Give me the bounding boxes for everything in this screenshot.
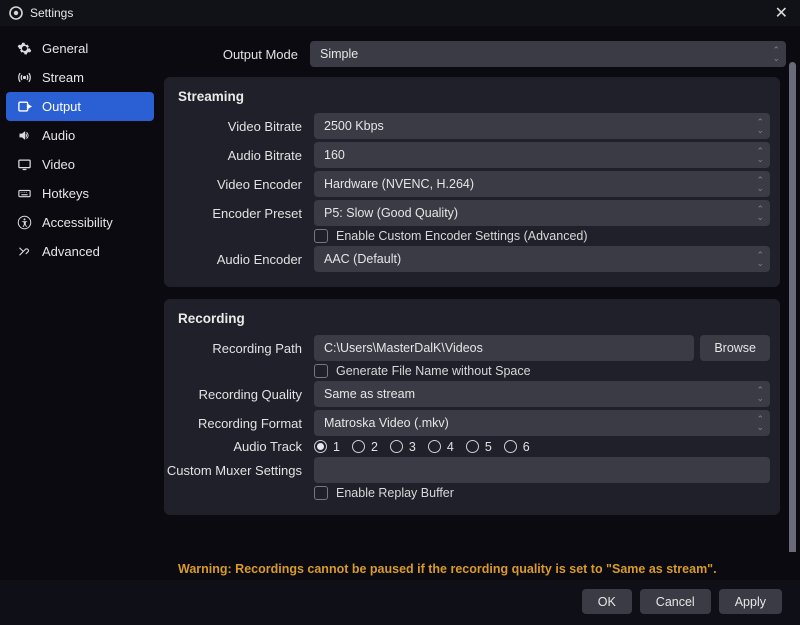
output-icon <box>16 99 32 114</box>
video-encoder-select[interactable]: Hardware (NVENC, H.264) <box>314 171 770 197</box>
video-bitrate-input[interactable]: 2500 Kbps <box>314 113 770 139</box>
ok-button[interactable]: OK <box>582 589 632 614</box>
settings-content: Output Mode Simple Streaming Video Bitra… <box>160 26 800 552</box>
output-mode-select[interactable]: Simple <box>310 41 786 67</box>
encoder-preset-label: Encoder Preset <box>164 206 314 221</box>
audio-bitrate-select[interactable]: 160 <box>314 142 770 168</box>
title-bar: Settings ✕ <box>0 0 800 26</box>
sidebar-item-general[interactable]: General <box>6 34 154 63</box>
apply-button[interactable]: Apply <box>719 589 782 614</box>
video-encoder-label: Video Encoder <box>164 177 314 192</box>
audio-track-option[interactable]: 6 <box>504 440 530 454</box>
generate-filename-nospace-checkbox[interactable] <box>314 364 328 378</box>
streaming-title: Streaming <box>164 87 770 110</box>
output-mode-label: Output Mode <box>160 47 310 62</box>
recording-quality-label: Recording Quality <box>164 387 314 402</box>
scroll-bar[interactable] <box>789 62 796 552</box>
recording-path-label: Recording Path <box>164 341 314 356</box>
enable-replay-buffer-checkbox[interactable] <box>314 486 328 500</box>
audio-track-group: 123456 <box>314 440 770 454</box>
enable-custom-encoder-label: Enable Custom Encoder Settings (Advanced… <box>336 229 588 243</box>
dialog-footer: OK Cancel Apply <box>0 580 800 625</box>
sidebar-item-label: Video <box>42 157 75 172</box>
radio-icon <box>314 440 327 453</box>
radio-icon <box>466 440 479 453</box>
audio-track-option[interactable]: 3 <box>390 440 416 454</box>
sidebar: General Stream Output Audio Video <box>0 26 160 580</box>
recording-quality-select[interactable]: Same as stream <box>314 381 770 407</box>
sidebar-item-advanced[interactable]: Advanced <box>6 237 154 266</box>
speaker-icon <box>16 128 32 143</box>
custom-muxer-input[interactable] <box>314 457 770 483</box>
audio-encoder-select[interactable]: AAC (Default) <box>314 246 770 272</box>
audio-track-option[interactable]: 5 <box>466 440 492 454</box>
enable-replay-buffer-label: Enable Replay Buffer <box>336 486 454 500</box>
sidebar-item-label: Output <box>42 99 81 114</box>
cancel-button[interactable]: Cancel <box>640 589 711 614</box>
audio-bitrate-label: Audio Bitrate <box>164 148 314 163</box>
generate-filename-nospace-label: Generate File Name without Space <box>336 364 531 378</box>
audio-track-label: Audio Track <box>164 439 314 454</box>
sidebar-item-label: Audio <box>42 128 75 143</box>
keyboard-icon <box>16 186 32 201</box>
encoder-preset-select[interactable]: P5: Slow (Good Quality) <box>314 200 770 226</box>
sidebar-item-label: Accessibility <box>42 215 113 230</box>
audio-track-option[interactable]: 1 <box>314 440 340 454</box>
sidebar-item-label: General <box>42 41 88 56</box>
audio-encoder-label: Audio Encoder <box>164 252 314 267</box>
audio-track-option[interactable]: 2 <box>352 440 378 454</box>
radio-icon <box>390 440 403 453</box>
window-title: Settings <box>30 6 73 20</box>
monitor-icon <box>16 157 32 172</box>
sidebar-item-hotkeys[interactable]: Hotkeys <box>6 179 154 208</box>
radio-icon <box>428 440 441 453</box>
warning-text: Warning: Recordings cannot be paused if … <box>160 552 800 580</box>
accessibility-icon <box>16 215 32 230</box>
recording-section: Recording Recording Path Browse Generate… <box>164 299 780 515</box>
custom-muxer-label: Custom Muxer Settings <box>164 463 314 478</box>
video-bitrate-label: Video Bitrate <box>164 119 314 134</box>
sidebar-item-label: Advanced <box>42 244 100 259</box>
sidebar-item-video[interactable]: Video <box>6 150 154 179</box>
close-icon[interactable]: ✕ <box>771 3 792 23</box>
gear-icon <box>16 41 32 56</box>
radio-icon <box>504 440 517 453</box>
sidebar-item-stream[interactable]: Stream <box>6 63 154 92</box>
browse-button[interactable]: Browse <box>700 335 770 361</box>
streaming-section: Streaming Video Bitrate 2500 Kbps Audio … <box>164 77 780 287</box>
sidebar-item-output[interactable]: Output <box>6 92 154 121</box>
enable-custom-encoder-checkbox[interactable] <box>314 229 328 243</box>
radio-icon <box>352 440 365 453</box>
recording-title: Recording <box>164 309 770 332</box>
antenna-icon <box>16 70 32 85</box>
sidebar-item-audio[interactable]: Audio <box>6 121 154 150</box>
app-icon <box>8 5 24 21</box>
sidebar-item-label: Stream <box>42 70 84 85</box>
sidebar-item-label: Hotkeys <box>42 186 89 201</box>
sidebar-item-accessibility[interactable]: Accessibility <box>6 208 154 237</box>
recording-format-label: Recording Format <box>164 416 314 431</box>
recording-path-input[interactable] <box>314 335 694 361</box>
recording-format-select[interactable]: Matroska Video (.mkv) <box>314 410 770 436</box>
tools-icon <box>16 244 32 259</box>
audio-track-option[interactable]: 4 <box>428 440 454 454</box>
